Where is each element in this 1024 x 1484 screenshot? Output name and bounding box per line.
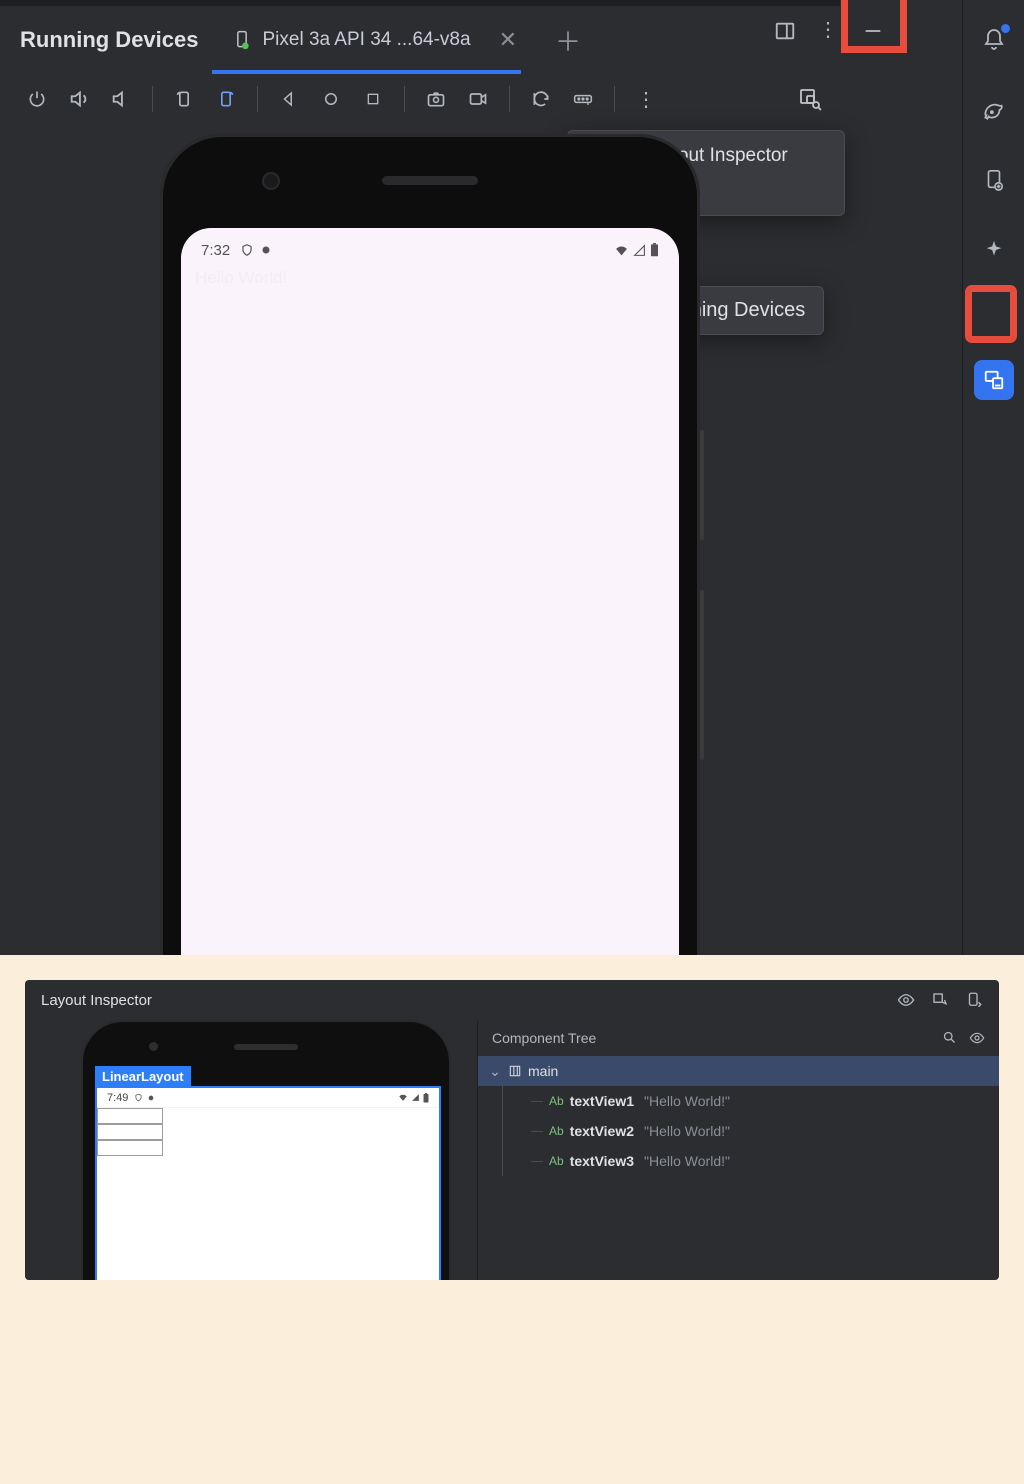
gradle-elephant-button[interactable] (974, 90, 1014, 130)
status-time: 7:32 (201, 242, 230, 259)
status-battery-icon (650, 243, 659, 257)
volume-up-icon[interactable] (68, 88, 90, 110)
selected-layout-tag: LinearLayout (95, 1066, 191, 1087)
ai-sparkle-button[interactable] (974, 230, 1014, 270)
layout-inspector-panel: Layout Inspector LinearLayout 7:49 (25, 980, 999, 1280)
minimize-button[interactable] (862, 20, 884, 42)
kebab-menu-button[interactable]: ⋮ (818, 20, 840, 42)
mini-device-frame: LinearLayout 7:49 (81, 1020, 451, 1280)
tree-node-name: main (528, 1063, 558, 1079)
layout-inspector-header: Layout Inspector (25, 980, 999, 1020)
textview-icon: Ab (549, 1154, 564, 1168)
right-tool-strip (962, 0, 1024, 955)
device-side-button (700, 430, 704, 540)
layout-inspector-section: Layout Inspector LinearLayout 7:49 (0, 955, 1024, 1484)
tree-row-textview3[interactable]: Ab textView3 "Hello World!" (478, 1146, 999, 1176)
mini-shield-icon (134, 1093, 143, 1102)
rotate-left-icon[interactable] (173, 88, 195, 110)
running-devices-panel: Running Devices Pixel 3a API 34 ...64-v8… (0, 0, 1024, 955)
emulator-toolbar: ⋮ (10, 74, 830, 124)
layout-inspector-toggle[interactable] (790, 79, 830, 119)
component-tree-title: Component Tree (492, 1030, 596, 1046)
mini-wifi-icon (398, 1093, 408, 1103)
snapshots-icon[interactable] (530, 88, 552, 110)
textview-icon: Ab (549, 1124, 564, 1138)
android-status-bar: 7:32 (181, 236, 679, 264)
tree-node-name: textView1 (570, 1093, 634, 1109)
inspector-preview[interactable]: LinearLayout 7:49 (25, 1020, 477, 1280)
device-tab-icon (232, 30, 252, 50)
textview-outline-2[interactable] (97, 1124, 163, 1140)
close-tab-button[interactable]: ✕ (491, 27, 525, 53)
device-tab-label: Pixel 3a API 34 ...64-v8a (262, 29, 470, 51)
chevron-down-icon[interactable]: ⌄ (488, 1063, 502, 1080)
tree-node-name: textView2 (570, 1123, 634, 1139)
component-tree-header: Component Tree (478, 1020, 999, 1056)
mini-battery-icon (423, 1093, 429, 1103)
ct-eye-icon[interactable] (969, 1030, 985, 1046)
tree-row-main[interactable]: ⌄ main (478, 1056, 999, 1086)
home-icon[interactable] (320, 88, 342, 110)
device-camera-icon (264, 174, 278, 188)
window-mode-button[interactable] (774, 20, 796, 42)
status-shield-icon (240, 243, 254, 257)
layout-inspector-title: Layout Inspector (41, 992, 152, 1009)
record-icon[interactable] (467, 88, 489, 110)
mini-status-time: 7:49 (107, 1092, 128, 1104)
window-top-border (0, 0, 840, 6)
status-signal-icon (633, 244, 646, 257)
more-icon[interactable]: ⋮ (635, 88, 657, 110)
volume-down-icon[interactable] (110, 88, 132, 110)
tab-bar: Running Devices Pixel 3a API 34 ...64-v8… (10, 12, 830, 68)
tree-node-value: "Hello World!" (644, 1123, 730, 1139)
add-tab-button[interactable]: ＋ (535, 22, 589, 59)
tree-row-textview1[interactable]: Ab textView1 "Hello World!" (478, 1086, 999, 1116)
screenshot-icon[interactable] (425, 88, 447, 110)
device-speaker-icon (382, 176, 478, 185)
app-text: Hello World! (195, 268, 287, 288)
status-wifi-icon (614, 244, 629, 257)
li-export-icon[interactable] (965, 991, 983, 1009)
layout-icon (508, 1064, 522, 1078)
tree-row-textview2[interactable]: Ab textView2 "Hello World!" (478, 1116, 999, 1146)
notifications-button[interactable] (974, 20, 1014, 60)
notification-dot-icon (1001, 24, 1010, 33)
tree-node-value: "Hello World!" (644, 1153, 730, 1169)
overview-icon[interactable] (362, 88, 384, 110)
device-side-button-2 (700, 590, 704, 760)
tree-node-name: textView3 (570, 1153, 634, 1169)
panel-title: Running Devices (10, 27, 212, 53)
li-select-icon[interactable] (931, 991, 949, 1009)
tree-node-value: "Hello World!" (644, 1093, 730, 1109)
device-manager-button[interactable] (974, 160, 1014, 200)
mini-screen[interactable]: 7:49 (95, 1086, 441, 1280)
running-devices-button[interactable] (974, 360, 1014, 400)
ct-search-icon[interactable] (942, 1030, 957, 1046)
mini-status-bar: 7:49 (97, 1088, 439, 1108)
mini-dot-icon (147, 1094, 155, 1102)
textview-icon: Ab (549, 1094, 564, 1108)
component-tree-panel: Component Tree ⌄ main Ab textView1 (477, 1020, 999, 1280)
status-dot-icon (260, 244, 272, 256)
device-tab[interactable]: Pixel 3a API 34 ...64-v8a (222, 12, 480, 68)
li-visibility-icon[interactable] (897, 991, 915, 1009)
power-icon[interactable] (26, 88, 48, 110)
textview-outline-1[interactable] (97, 1108, 163, 1124)
window-controls: ⋮ (774, 20, 884, 42)
rotate-right-icon[interactable] (215, 88, 237, 110)
mini-signal-icon (411, 1093, 420, 1103)
extended-controls-icon[interactable] (572, 88, 594, 110)
textview-outline-3[interactable] (97, 1140, 163, 1156)
back-icon[interactable] (278, 88, 300, 110)
